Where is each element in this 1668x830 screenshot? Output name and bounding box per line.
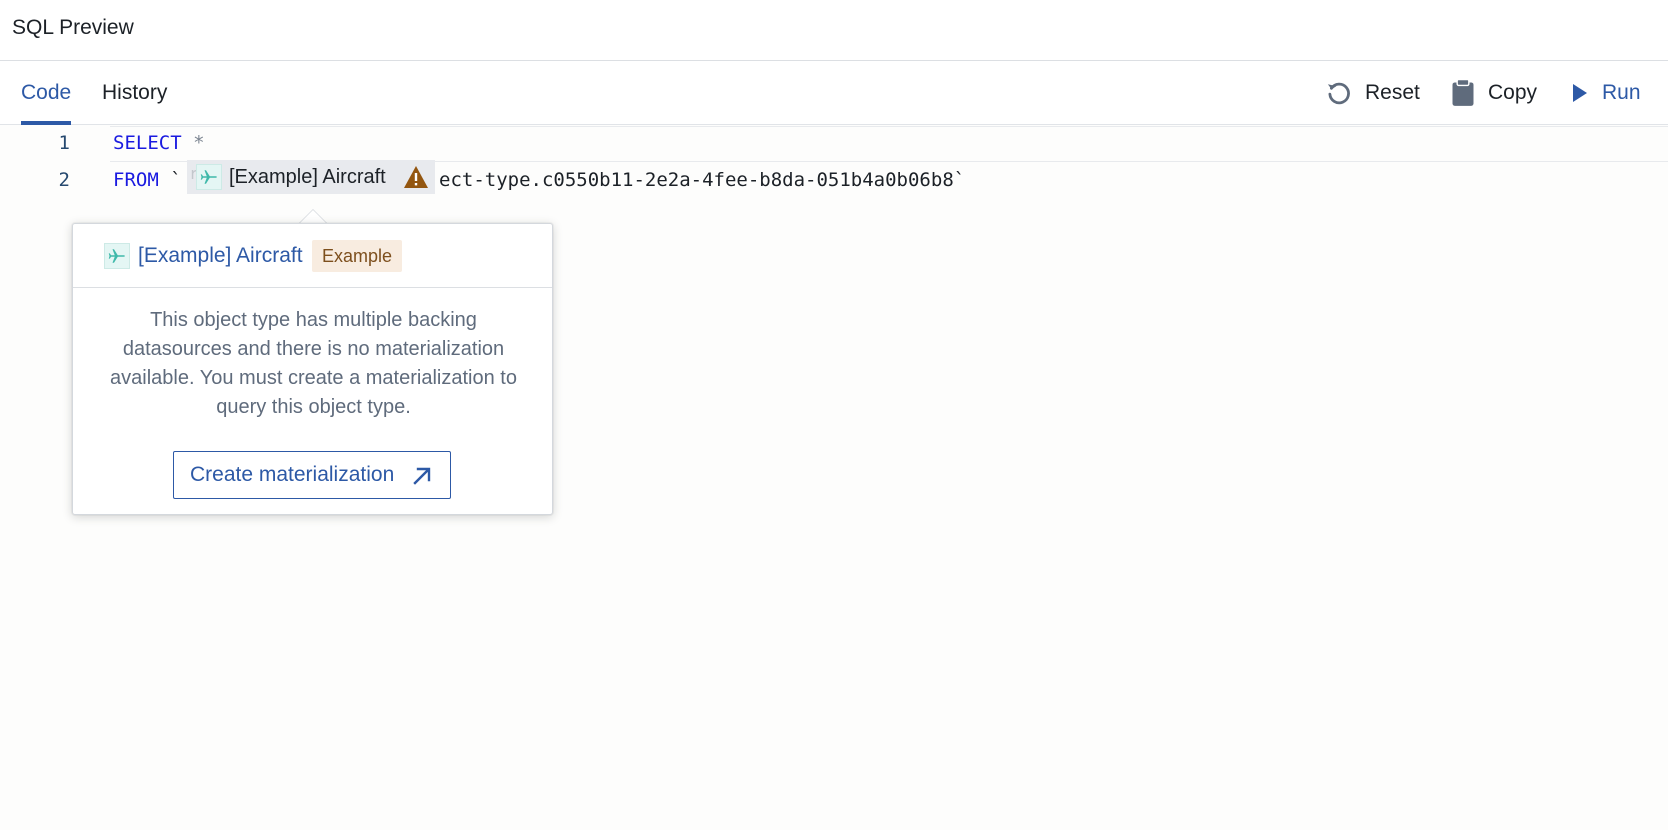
create-materialization-label: Create materialization <box>190 463 395 486</box>
object-rid-suffix: ect-type.c0550b11-2e2a-4fee-b8da-051b4a0… <box>439 169 966 191</box>
sql-keyword: FROM <box>113 169 159 191</box>
code-line-2[interactable]: FROM ` <box>113 169 182 191</box>
materialization-popover: [Example] Aircraft Example This object t… <box>72 223 553 515</box>
backtick: ` <box>170 169 182 191</box>
warning-icon[interactable] <box>403 165 429 195</box>
reset-label: Reset <box>1365 81 1420 104</box>
sql-operator: * <box>193 132 205 154</box>
window-title: SQL Preview <box>12 16 134 39</box>
sql-keyword: SELECT <box>113 132 182 154</box>
title-bar: SQL Preview <box>0 0 1668 61</box>
play-icon <box>1573 84 1587 102</box>
copy-button[interactable]: Copy <box>1450 75 1537 111</box>
code-line-1[interactable]: SELECT * <box>113 132 205 154</box>
editor-toolbar: Code History Reset Copy Run <box>0 61 1668 125</box>
copy-label: Copy <box>1488 81 1538 104</box>
airplane-icon <box>196 164 222 190</box>
example-tag: Example <box>312 240 403 272</box>
line-number: 2 <box>58 169 70 191</box>
reset-icon <box>1327 82 1350 105</box>
object-chip-label: [Example] Aircraft <box>229 166 386 188</box>
line-number: 1 <box>58 132 70 154</box>
current-line-highlight <box>110 126 1668 162</box>
object-type-link[interactable]: [Example] Aircraft <box>138 244 303 268</box>
airplane-icon <box>104 243 130 269</box>
tab-code[interactable]: Code <box>21 61 72 125</box>
clipboard-icon <box>1452 79 1474 106</box>
object-type-chip[interactable]: r [Example] Aircraft <box>187 160 435 194</box>
arrow-up-right-icon <box>413 467 431 485</box>
run-button[interactable]: Run <box>1570 75 1641 111</box>
reset-button[interactable]: Reset <box>1325 75 1420 111</box>
create-materialization-button[interactable]: Create materialization <box>173 451 451 499</box>
run-label: Run <box>1602 81 1641 104</box>
tab-history[interactable]: History <box>102 61 167 125</box>
popover-header: [Example] Aircraft Example <box>73 224 552 288</box>
popover-message: This object type has multiple backing da… <box>110 309 517 418</box>
